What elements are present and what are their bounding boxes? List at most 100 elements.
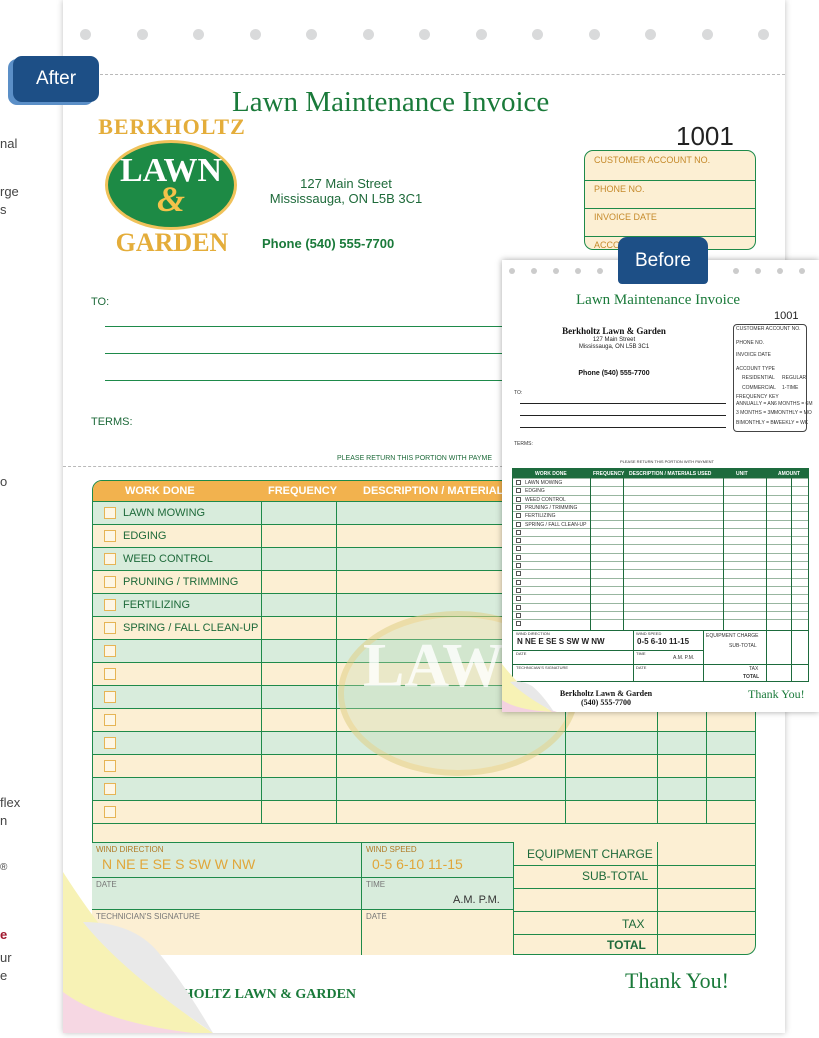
before-account-field: PHONE NO. (736, 340, 765, 346)
before-frequency-key: WEEKLY = WK (774, 420, 809, 426)
product-comparison-image: nal rge s o flex n ® e ur e After Lawn M… (0, 0, 819, 1038)
column-divider (336, 501, 337, 843)
column-header: DESCRIPTION / MATERIAL (363, 485, 504, 497)
divider (723, 478, 724, 630)
before-address-line (520, 415, 726, 416)
divider (513, 865, 756, 866)
before-frequency-key: ANNUALLY = AN (736, 401, 775, 407)
divider (513, 934, 756, 935)
before-table-row: WEED CONTROL (513, 494, 808, 503)
before-company: Berkholtz Lawn & Garden (562, 326, 666, 336)
total-label: TOTAL (607, 938, 646, 952)
before-table-row: FERTILIZING (513, 511, 808, 519)
divider (703, 630, 704, 681)
wind-direction-label: WIND DIRECTION (96, 845, 164, 854)
work-item-label: WEED CONTROL (123, 553, 213, 565)
before-table-row (513, 536, 808, 544)
thank-you: Thank You! (625, 968, 729, 993)
before-terms-label: TERMS: (514, 441, 533, 447)
work-item-label: LAWN MOWING (123, 507, 206, 519)
date-label: DATE (366, 912, 387, 921)
before-page-curl-graphic (502, 664, 557, 712)
wind-speed-label: WIND SPEED (366, 845, 417, 854)
before-thank-you: Thank You! (748, 687, 805, 701)
invoice-number: 1001 (676, 121, 734, 151)
divider (513, 911, 756, 912)
tax-label: TAX (622, 917, 645, 931)
before-account-field: ACCOUNT TYPE (736, 366, 775, 372)
before-table-row (513, 577, 808, 586)
side-text-fragment: o (0, 474, 8, 489)
am-pm-options: A.M. P.M. (453, 894, 500, 906)
subtotal-label: SUB-TOTAL (582, 869, 649, 883)
equipment-charge-label: EQUIPMENT CHARGE (527, 847, 653, 861)
before-frequency-key: MONTHLY = MO (774, 410, 812, 416)
before-account-field: CUSTOMER ACCOUNT NO. (736, 326, 801, 332)
before-account-type: RESIDENTIAL (742, 375, 775, 381)
column-divider (361, 842, 362, 955)
before-table-row (513, 569, 808, 577)
before-account-type: 1-TIME (782, 385, 799, 391)
before-work-table: WORK DONE FREQUENCY DESCRIPTION / MATERI… (512, 468, 809, 682)
before-footer-company: Berkholtz Lawn & Garden (559, 689, 653, 698)
before-frequency-key: BIMONTHLY = BI (736, 420, 776, 426)
before-frequency-key: 3 MONTHS = 3M (736, 410, 775, 416)
company-phone: Phone (540) 555-7700 (262, 236, 395, 251)
perforation-line (63, 466, 503, 467)
time-label: TIME (366, 880, 386, 889)
wind-speed-options: 0-5 6-10 11-15 (372, 856, 463, 872)
account-field-label: INVOICE DATE (584, 208, 756, 236)
address-line (105, 353, 505, 354)
return-note: PLEASE RETURN THIS PORTION WITH PAYME (337, 455, 493, 462)
after-badge: After (13, 56, 99, 102)
before-account-field: INVOICE DATE (736, 352, 771, 358)
before-table-row (513, 602, 808, 611)
work-item-label: FERTILIZING (123, 599, 191, 611)
before-wind-speeds: 0-5 6-10 11-15 (637, 637, 690, 646)
divider (513, 650, 703, 651)
before-table-row: SPRING / FALL CLEAN-UP (513, 519, 808, 528)
side-text-fragment: flex (0, 795, 21, 810)
divider (590, 478, 591, 630)
before-to-label: TO: (514, 390, 523, 396)
column-divider (657, 842, 658, 955)
before-table-row (513, 561, 808, 569)
before-number: 1001 (774, 310, 799, 322)
work-item-label: SPRING / FALL CLEAN-UP (123, 622, 259, 634)
before-table-row (513, 585, 808, 594)
work-item-label: PRUNING / TRIMMING (123, 576, 239, 588)
before-table-row: PRUNING / TRIMMING (513, 502, 808, 511)
before-account-type: REGULAR (782, 375, 807, 381)
before-address-line (520, 427, 726, 428)
invoice-title: Lawn Maintenance Invoice (232, 86, 550, 118)
before-footer-phone: (540) 555-7700 (581, 698, 631, 707)
page-curl-graphic (63, 872, 213, 1033)
before-return-note: PLEASE RETURN THIS PORTION WITH PAYMENT (620, 459, 714, 464)
address-line-2: Mississauga, ON L5B 3C1 (269, 191, 423, 206)
before-address-line (520, 403, 726, 404)
side-text-fragment: rge (0, 184, 19, 199)
divider (766, 478, 767, 681)
column-header: WORK DONE (125, 485, 195, 497)
before-table-row (513, 552, 808, 561)
side-text-fragment: ® (0, 862, 8, 873)
account-field-label: PHONE NO. (584, 180, 756, 208)
side-text-fragment: n (0, 813, 8, 828)
address-line (105, 326, 505, 327)
before-table-row: LAWN MOWING (513, 478, 808, 486)
work-item-label: EDGING (123, 530, 167, 542)
side-text-fragment: nal (0, 136, 18, 151)
side-text-fragment: ur (0, 950, 12, 965)
side-text-fragment: e (0, 968, 8, 983)
before-table-row: EDGING (513, 486, 808, 494)
address-line (105, 380, 505, 381)
before-table-header: WORK DONE FREQUENCY DESCRIPTION / MATERI… (513, 469, 808, 478)
address-line-1: 127 Main Street (300, 176, 392, 191)
before-account-type: COMMERCIAL (742, 385, 776, 391)
before-title: Lawn Maintenance Invoice (576, 292, 741, 308)
before-table-row (513, 594, 808, 602)
before-address-1: 127 Main Street (592, 337, 636, 343)
before-table-row (513, 619, 808, 627)
column-divider (513, 842, 514, 955)
perforation-line (100, 74, 785, 75)
